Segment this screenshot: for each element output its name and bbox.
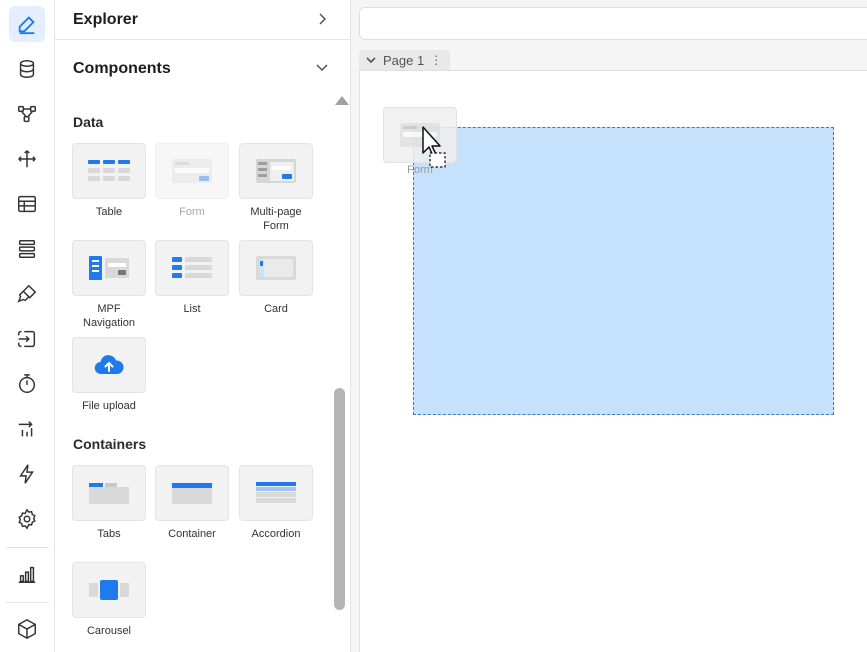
tile-label: Tabs: [97, 528, 121, 540]
canvas-area: Page 1 ⋮ Form: [351, 0, 867, 652]
tile-label: Accordion: [251, 528, 301, 540]
table-component-icon: [72, 143, 146, 199]
list-component-icon: [155, 240, 229, 296]
accordion-component-icon: [239, 465, 313, 521]
chevron-down-icon: [316, 64, 328, 72]
scrollbar-thumb[interactable]: [334, 388, 345, 610]
tile-label: MPF Navigation: [83, 303, 135, 329]
timer-icon[interactable]: [9, 366, 45, 402]
settings-gear-icon[interactable]: [9, 501, 45, 537]
import-export-icon[interactable]: [9, 321, 45, 357]
tile-label: File upload: [82, 400, 136, 412]
page-tab[interactable]: Page 1 ⋮: [359, 50, 450, 70]
icon-rail: [0, 0, 55, 652]
component-tile-tabs[interactable]: Tabs: [72, 465, 146, 541]
tile-label: Container: [168, 528, 216, 540]
drop-zone-highlight: [413, 127, 834, 415]
bar-chart-icon[interactable]: [9, 556, 45, 592]
container-component-icon: [155, 465, 229, 521]
component-tile-table[interactable]: Table: [72, 143, 146, 219]
page-tab-label: Page 1: [383, 52, 425, 68]
workflow-icon[interactable]: [9, 96, 45, 132]
rail-divider: [6, 547, 49, 548]
sort-icon[interactable]: [9, 411, 45, 447]
brush-icon[interactable]: [9, 276, 45, 312]
chevron-right-icon: [319, 13, 327, 25]
panel-scrollbar[interactable]: [332, 90, 349, 650]
card-component-icon: [239, 240, 313, 296]
database-icon[interactable]: [9, 51, 45, 87]
page-menu-icon[interactable]: ⋮: [430, 53, 442, 67]
component-tile-multi-page-form[interactable]: Multi-page Form: [239, 143, 313, 233]
containers-section-title: Containers: [73, 436, 147, 452]
component-tile-carousel[interactable]: Carousel: [72, 562, 146, 638]
carousel-component-icon: [72, 562, 146, 618]
chevron-down-icon[interactable]: [365, 54, 377, 66]
mpf-navigation-icon: [72, 240, 146, 296]
multi-page-form-icon: [239, 143, 313, 199]
app-root: Explorer Components Data Table Form Mult…: [0, 0, 867, 652]
component-tile-file-upload[interactable]: File upload: [72, 337, 146, 413]
tile-label: Table: [95, 206, 123, 218]
move-icon[interactable]: [9, 141, 45, 177]
form-component-icon: [155, 143, 229, 199]
component-tile-accordion[interactable]: Accordion: [239, 465, 313, 541]
tile-label: Card: [264, 303, 288, 315]
component-tile-container[interactable]: Container: [155, 465, 229, 541]
component-tile-list[interactable]: List: [155, 240, 229, 316]
component-tile-card[interactable]: Card: [239, 240, 313, 316]
components-title: Components: [73, 60, 171, 77]
scroll-up-arrow-icon[interactable]: [335, 96, 349, 105]
tabs-component-icon: [72, 465, 146, 521]
components-panel: Explorer Components Data Table Form Mult…: [55, 0, 351, 652]
drag-cursor-icon: [422, 126, 446, 168]
cube-icon[interactable]: [9, 611, 45, 647]
lightning-icon[interactable]: [9, 456, 45, 492]
tile-label: Multi-page Form: [250, 206, 302, 232]
list-rows-icon[interactable]: [9, 231, 45, 267]
edit-icon[interactable]: [9, 6, 45, 42]
tile-label: Carousel: [86, 625, 132, 637]
explorer-title: Explorer: [73, 10, 138, 28]
canvas-top-bar[interactable]: [359, 7, 867, 40]
data-section-title: Data: [73, 114, 104, 130]
component-tile-mpf-navigation[interactable]: MPF Navigation: [72, 240, 146, 330]
tile-label: Form: [179, 206, 205, 218]
components-header[interactable]: Components: [55, 46, 350, 92]
cloud-upload-icon: [72, 337, 146, 393]
table-icon[interactable]: [9, 186, 45, 222]
tile-label: List: [183, 303, 201, 315]
component-tile-form[interactable]: Form: [155, 143, 229, 219]
explorer-header[interactable]: Explorer: [55, 0, 350, 40]
rail-divider: [6, 602, 49, 603]
